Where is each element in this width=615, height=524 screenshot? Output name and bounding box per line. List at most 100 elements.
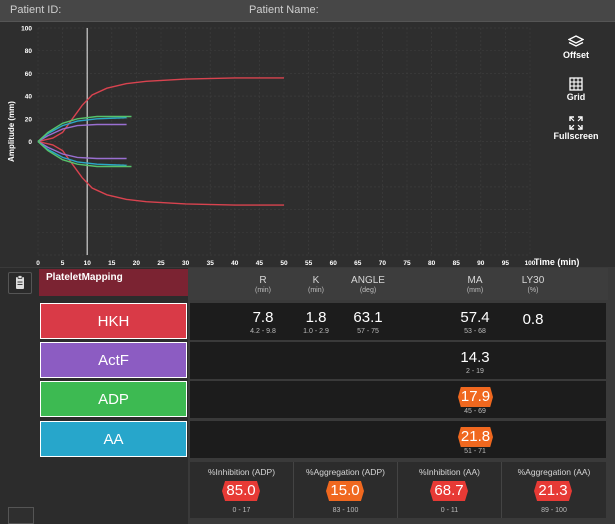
x-axis-label: Time (min) [534, 257, 579, 267]
footer-button[interactable] [8, 507, 34, 524]
stat-inhibition-aa: %Inhibition (AA) 68.7 0 - 11 [398, 462, 502, 518]
teg-viewer: Patient ID: Patient Name: 0 5 10 15 20 25 30 35… [0, 0, 615, 524]
column-unit: (min) [255, 287, 271, 294]
column-header-angle: ANGLE (deg) [346, 276, 390, 296]
column-name: R [259, 275, 267, 286]
x-tick-label: 55 [305, 260, 313, 267]
x-tick-label: 75 [403, 260, 411, 267]
ma-value-flag: 17.9 [458, 387, 493, 407]
patient-header: Patient ID: Patient Name: [0, 0, 615, 22]
y-axis-label: Amplitude (mm) [7, 101, 16, 162]
ma-range: 45 - 69 [464, 408, 486, 415]
stat-aggregation-aa: %Aggregation (AA) 21.3 89 - 100 [502, 462, 606, 518]
r-value: 7.8 [252, 309, 274, 326]
x-tick-label: 65 [354, 260, 362, 267]
grid-label: Grid [566, 92, 586, 102]
table-row [190, 381, 606, 418]
column-header-k: K (min) [301, 276, 331, 296]
y-tick-label: 0 [28, 139, 32, 146]
assay-label: HKH [97, 312, 130, 330]
x-tick-label: 30 [182, 260, 190, 267]
tracing-plot[interactable]: 0 5 10 15 20 25 30 35 40 45 50 55 60 65 70 75 80 85 90 95 10… [0, 22, 615, 268]
k-value: 1.8 [305, 309, 327, 326]
x-tick-label: 60 [330, 260, 338, 267]
stat-title: %Inhibition (ADP) [207, 467, 276, 477]
x-tick-label: 25 [157, 260, 165, 267]
expand-icon [569, 116, 583, 130]
column-header-ma: MA (mm) [458, 276, 492, 296]
layers-icon [568, 35, 584, 47]
stat-title: %Inhibition (AA) [419, 467, 480, 477]
x-tick-label: 45 [256, 260, 264, 267]
offset-label: Offset [562, 50, 589, 60]
column-unit: (min) [308, 287, 324, 294]
clipboard-icon [16, 275, 24, 289]
ma-range: 53 - 68 [464, 328, 486, 335]
column-unit: (%) [527, 287, 539, 294]
ma-range: 2 - 19 [466, 368, 484, 375]
stat-value: 15.0 [326, 481, 364, 501]
grid-button[interactable]: Grid [548, 77, 604, 102]
assay-button-hkh[interactable]: HKH [40, 303, 187, 339]
stat-title: %Aggregation (ADP) [306, 467, 385, 477]
assay-label: AA [103, 430, 124, 448]
stat-range: 0 - 17 [232, 507, 251, 514]
x-tick-label: 35 [207, 260, 215, 267]
y-tick-label: 100 [21, 26, 32, 33]
column-header-r: R (min) [248, 276, 278, 296]
column-header-ly30: LY30 (%) [516, 276, 550, 296]
assay-button-actf[interactable]: ActF [40, 342, 187, 378]
report-button[interactable] [8, 272, 32, 294]
offset-button[interactable]: Offset [548, 35, 604, 60]
fullscreen-label: Fullscreen [553, 131, 599, 141]
stat-value: 68.7 [430, 481, 468, 501]
x-tick-label: 40 [231, 260, 239, 267]
grid-icon [569, 77, 583, 91]
tab-plateletmapping-label: PlateletMapping [46, 272, 123, 283]
y-tick-label: 80 [25, 48, 33, 55]
x-tick-label: 90 [477, 260, 485, 267]
patient-name-label: Patient Name: [249, 4, 319, 16]
ly30-value: 0.8 [522, 311, 544, 328]
stat-value: 21.3 [534, 481, 572, 501]
tracing-chart[interactable]: 0 5 10 15 20 25 30 35 40 45 50 55 60 65 70 75 80 85 90 95 10… [0, 22, 615, 267]
tab-plateletmapping[interactable]: PlateletMapping [39, 269, 188, 296]
stat-range: 89 - 100 [541, 507, 567, 514]
stat-inhibition-adp: %Inhibition (ADP) 85.0 0 - 17 [190, 462, 294, 518]
x-tick-label: 80 [428, 260, 436, 267]
patient-id-label: Patient ID: [10, 4, 62, 16]
assay-button-adp[interactable]: ADP [40, 381, 187, 417]
stat-range: 83 - 100 [332, 507, 359, 514]
assay-label: ADP [98, 390, 129, 408]
r-range: 4.2 - 9.8 [250, 328, 276, 335]
x-tick-label: 70 [379, 260, 387, 267]
ma-range: 51 - 71 [464, 448, 486, 455]
x-tick-label: 0 [36, 260, 40, 267]
y-tick-label: 60 [25, 71, 33, 78]
column-name: LY30 [521, 275, 545, 286]
y-tick-label: 40 [25, 94, 33, 101]
column-name: MA [467, 275, 483, 286]
k-range: 1.0 - 2.9 [303, 328, 329, 335]
column-name: ANGLE [351, 275, 385, 286]
x-tick-label: 5 [61, 260, 65, 267]
stat-aggregation-adp: %Aggregation (ADP) 15.0 83 - 100 [294, 462, 398, 518]
x-tick-label: 15 [108, 260, 116, 267]
x-tick-label: 20 [133, 260, 141, 267]
column-name: K [312, 275, 320, 286]
table-row [190, 421, 606, 458]
ma-value: 57.4 [460, 309, 490, 326]
ma-value: 14.3 [460, 349, 490, 366]
column-unit: (mm) [466, 287, 484, 294]
x-tick-label: 10 [84, 260, 92, 267]
angle-range: 57 - 75 [357, 328, 379, 335]
stat-range: 0 - 11 [440, 507, 459, 514]
stat-title: %Aggregation (AA) [517, 467, 591, 477]
y-tick-label: 20 [25, 116, 33, 123]
assay-label: ActF [98, 351, 129, 369]
fullscreen-button[interactable]: Fullscreen [548, 116, 604, 141]
x-tick-label: 85 [453, 260, 461, 267]
assay-button-aa[interactable]: AA [40, 421, 187, 457]
x-tick-label: 95 [502, 260, 510, 267]
stat-value: 85.0 [222, 481, 260, 501]
